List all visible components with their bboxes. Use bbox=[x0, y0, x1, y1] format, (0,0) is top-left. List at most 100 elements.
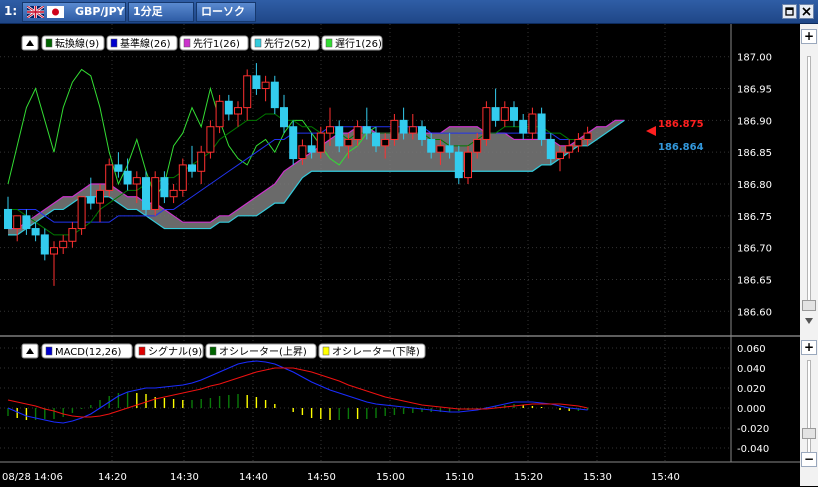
restore-icon bbox=[785, 7, 794, 16]
candle-body bbox=[86, 196, 95, 204]
scroll-down-button[interactable] bbox=[800, 312, 818, 336]
candle-body bbox=[68, 228, 77, 242]
candle-body bbox=[77, 196, 86, 230]
candle-body bbox=[519, 119, 528, 134]
timeframe-label: 1分足 bbox=[133, 5, 163, 18]
main-zoom-thumb[interactable] bbox=[802, 300, 816, 311]
macd-tick-label: 0.060 bbox=[737, 344, 766, 355]
candle-body bbox=[353, 126, 362, 140]
macd-legend: MACD(12,26) シグナル(9) オシレーター(上昇) オシレーター(下降) bbox=[21, 343, 426, 359]
time-tick-label: 15:00 bbox=[376, 472, 405, 483]
candle-body bbox=[96, 189, 104, 204]
candle-body bbox=[22, 215, 31, 230]
legend-swatch-icon bbox=[45, 346, 53, 356]
legend-swatch-icon bbox=[254, 38, 262, 48]
timeframe-selector[interactable]: 1分足 bbox=[128, 2, 194, 22]
candle-body bbox=[491, 107, 500, 121]
time-tick-label: 14:20 bbox=[98, 472, 127, 483]
candle-body bbox=[132, 177, 141, 185]
time-tick-label: 14:40 bbox=[239, 472, 268, 483]
candle-body bbox=[169, 189, 178, 198]
candle-body bbox=[224, 100, 233, 115]
price-tick-label: 186.65 bbox=[737, 275, 772, 286]
candle-body bbox=[565, 145, 574, 153]
close-icon bbox=[802, 7, 811, 16]
candle-body bbox=[270, 81, 279, 109]
candle-body bbox=[537, 113, 546, 140]
uk-flag-icon bbox=[27, 6, 44, 18]
candle-body bbox=[418, 126, 426, 140]
main-zoom-in-button[interactable]: + bbox=[801, 29, 817, 44]
candle-body bbox=[188, 164, 196, 172]
restore-window-button[interactable] bbox=[782, 4, 797, 19]
main-zoom-panel: + − bbox=[800, 24, 818, 329]
candle-body bbox=[372, 132, 380, 147]
legend-swatch-icon bbox=[183, 38, 191, 48]
close-window-button[interactable] bbox=[799, 4, 814, 19]
candle-body bbox=[178, 164, 187, 191]
window-title-bar: 1: GBP/JPY 1分足 ローソク bbox=[0, 0, 818, 24]
candle-body bbox=[142, 177, 150, 210]
candle-body bbox=[50, 247, 58, 255]
legend-label: 基準線(26) bbox=[120, 37, 171, 50]
candle-body bbox=[473, 138, 482, 153]
legend-swatch-icon bbox=[45, 38, 53, 48]
candle-body bbox=[445, 145, 454, 153]
chart-style-selector[interactable]: ローソク bbox=[196, 2, 256, 22]
macd-zoom-out-button[interactable]: − bbox=[801, 452, 817, 467]
main-zoom-track[interactable] bbox=[807, 56, 811, 302]
candle-body bbox=[31, 228, 40, 236]
currency-pair-label: GBP/JPY bbox=[75, 5, 125, 18]
candle-body bbox=[280, 107, 288, 128]
macd-zoom-thumb[interactable] bbox=[802, 428, 816, 439]
legend-swatch-icon bbox=[138, 346, 146, 356]
candle-body bbox=[390, 119, 399, 140]
candle-body bbox=[574, 138, 583, 147]
candle-body bbox=[427, 138, 436, 153]
candle-body bbox=[197, 151, 206, 172]
candle-body bbox=[482, 107, 491, 140]
candle-body bbox=[546, 138, 555, 160]
candle-body bbox=[326, 126, 334, 134]
legend-label: 転換線(9) bbox=[55, 37, 99, 50]
candle-body bbox=[261, 81, 270, 90]
legend-swatch-icon bbox=[322, 346, 330, 356]
candle-body bbox=[59, 240, 68, 249]
candle-body bbox=[583, 132, 592, 140]
macd-tick-label: 0.040 bbox=[737, 364, 766, 375]
price-tick-label: 186.80 bbox=[737, 180, 772, 191]
window-number: 1: bbox=[4, 4, 18, 18]
candle-body bbox=[40, 234, 49, 255]
candle-body bbox=[160, 177, 169, 198]
legend-label: オシレーター(上昇) bbox=[219, 346, 307, 358]
candle-body bbox=[4, 208, 12, 230]
time-tick-label: 08/28 14:06 bbox=[2, 472, 63, 483]
price-tick-label: 187.00 bbox=[737, 53, 772, 64]
candle-body bbox=[316, 132, 325, 153]
candle-body bbox=[510, 107, 518, 121]
macd-zoom-in-button[interactable]: + bbox=[801, 340, 817, 355]
macd-zoom-track[interactable] bbox=[807, 360, 811, 456]
chart-canvas[interactable]: 187.00 186.95 186.90 186.85 186.80 186.75 186.… bbox=[0, 24, 800, 487]
legend-label: MACD(12,26) bbox=[55, 347, 122, 358]
time-tick-label: 14:50 bbox=[307, 472, 336, 483]
currency-pair-selector[interactable]: GBP/JPY bbox=[22, 2, 126, 22]
candle-body bbox=[206, 126, 215, 153]
legend-label: 遅行1(26) bbox=[335, 37, 382, 50]
candle-body bbox=[528, 113, 537, 134]
price-tick-label: 186.70 bbox=[737, 244, 772, 255]
candle-body bbox=[362, 126, 371, 134]
candle-body bbox=[298, 145, 307, 160]
candle-body bbox=[381, 138, 390, 147]
candle-body bbox=[243, 75, 252, 109]
candle-body bbox=[234, 107, 242, 115]
ask-price-label: 186.875 bbox=[658, 119, 704, 130]
time-tick-label: 15:30 bbox=[583, 472, 612, 483]
candle-body bbox=[500, 107, 509, 121]
candle-body bbox=[289, 126, 298, 160]
legend-label: 先行1(26) bbox=[193, 37, 240, 50]
legend-label: 先行2(52) bbox=[264, 37, 311, 50]
candle-body bbox=[105, 164, 114, 191]
price-tick-label: 186.95 bbox=[737, 85, 772, 96]
macd-tick-label: 0.000 bbox=[737, 404, 766, 415]
